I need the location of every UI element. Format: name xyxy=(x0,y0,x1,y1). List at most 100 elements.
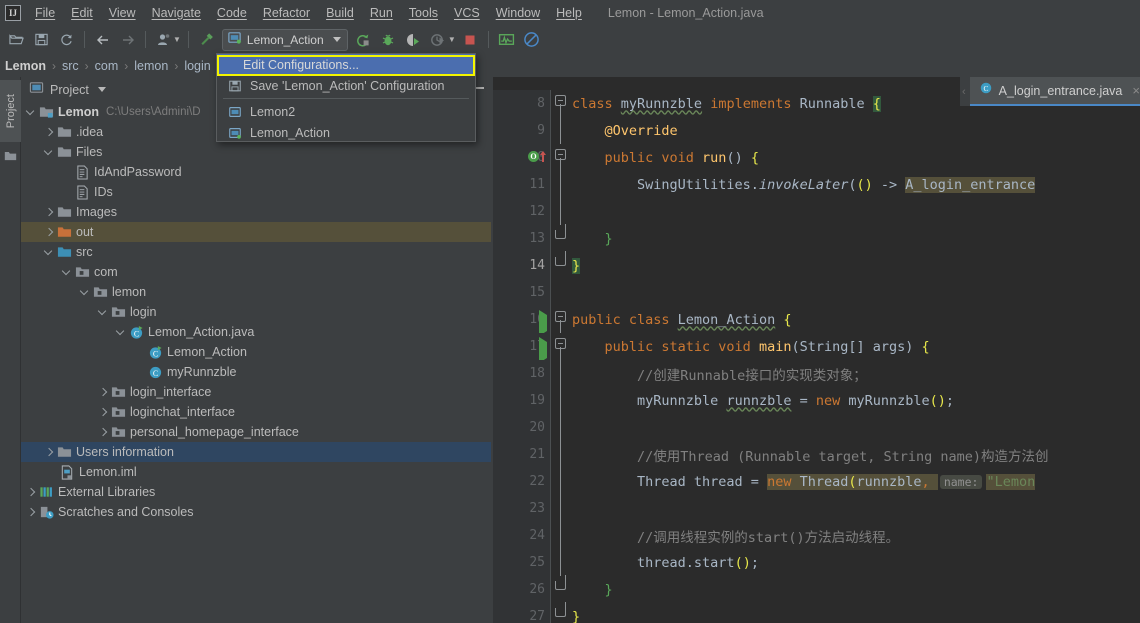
run-icon[interactable] xyxy=(352,28,375,51)
tree-item-ids[interactable]: IDs xyxy=(21,182,491,202)
tree-item-myrunnzble-class[interactable]: C myRunnzble xyxy=(21,362,491,382)
fold-column-20[interactable] xyxy=(550,414,572,441)
gutter-12[interactable]: 12 xyxy=(493,198,550,225)
chevron-down-icon[interactable] xyxy=(332,37,341,42)
chevron-down-icon[interactable] xyxy=(43,246,56,259)
chevron-down-icon[interactable] xyxy=(115,326,128,339)
menu-edit[interactable]: Edit xyxy=(63,4,101,22)
tree-item-lemon-action-java[interactable]: C Lemon_Action.java xyxy=(21,322,491,342)
chevron-down-icon[interactable] xyxy=(79,286,92,299)
gutter-13[interactable]: 13 xyxy=(493,225,550,252)
tree-item-lemon-pkg[interactable]: lemon xyxy=(21,282,491,302)
stop-icon[interactable] xyxy=(459,28,482,51)
gutter-26[interactable]: 26 xyxy=(493,576,550,603)
fold-column-18[interactable] xyxy=(550,360,572,387)
tree-item-loginchat-interface[interactable]: loginchat_interface xyxy=(21,402,491,422)
run-gutter-marker[interactable] xyxy=(539,337,547,363)
menu-view[interactable]: View xyxy=(101,4,144,22)
menu-refactor[interactable]: Refactor xyxy=(255,4,318,22)
chevron-down-icon[interactable] xyxy=(25,106,38,119)
menu-item-lemon-action[interactable]: Lemon_Action xyxy=(217,122,475,143)
fold-end-icon[interactable] xyxy=(555,575,566,590)
chevron-down-icon[interactable] xyxy=(97,306,110,319)
back-arrow-icon[interactable] xyxy=(91,28,114,51)
menu-window[interactable]: Window xyxy=(488,4,548,22)
tool-window-tab-project[interactable]: Project xyxy=(0,80,21,142)
tree-item-out[interactable]: out xyxy=(21,222,491,242)
chevron-right-icon[interactable] xyxy=(97,406,110,419)
gutter-27[interactable]: 27 xyxy=(493,603,550,623)
breadcrumb-item-1[interactable]: src xyxy=(62,59,79,73)
tree-item-lemon-iml[interactable]: Lemon.iml xyxy=(21,462,491,482)
gutter-22[interactable]: 22 xyxy=(493,468,550,495)
breadcrumb-item-3[interactable]: lemon xyxy=(134,59,168,73)
implemented-method-icon[interactable]: O xyxy=(528,151,539,162)
tree-item-scratches-and-consoles[interactable]: Scratches and Consoles xyxy=(21,502,491,522)
gutter-10[interactable]: 10 O xyxy=(493,144,550,171)
gutter-18[interactable]: 18 xyxy=(493,360,550,387)
tree-item-files[interactable]: Files xyxy=(21,142,491,162)
structure-folder-icon[interactable] xyxy=(4,149,17,167)
fold-column-26[interactable] xyxy=(550,575,572,603)
chevron-right-icon[interactable] xyxy=(43,226,56,239)
menu-help[interactable]: Help xyxy=(548,4,590,22)
tree-item-com[interactable]: com xyxy=(21,262,491,282)
run-gutter-marker[interactable] xyxy=(539,310,547,336)
profile-dropdown-arrow-icon[interactable]: ▼ xyxy=(173,35,181,44)
fold-column-24[interactable] xyxy=(550,522,572,549)
chevron-right-icon[interactable] xyxy=(25,486,38,499)
fold-end-icon[interactable] xyxy=(555,251,566,266)
fold-column-13[interactable] xyxy=(550,224,572,252)
menu-code[interactable]: Code xyxy=(209,4,255,22)
gutter-25[interactable]: 25 xyxy=(493,549,550,576)
menu-item-lemon2[interactable]: Lemon2 xyxy=(217,101,475,122)
gutter-16[interactable]: 16 xyxy=(493,306,550,336)
fold-column-17[interactable] xyxy=(550,333,572,360)
run-configuration-dropdown[interactable]: Edit Configurations... Save 'Lemon_Actio… xyxy=(216,53,476,142)
tree-item-lemon-action-class[interactable]: C Lemon_Action xyxy=(21,342,491,362)
override-marker[interactable]: O xyxy=(528,151,547,162)
gutter-24[interactable]: 24 xyxy=(493,522,550,549)
tree-item-images[interactable]: Images xyxy=(21,202,491,222)
gutter-20[interactable]: 20 xyxy=(493,414,550,441)
chevron-right-icon[interactable] xyxy=(43,126,56,139)
fold-column-21[interactable] xyxy=(550,441,572,468)
fold-column-14[interactable] xyxy=(550,251,572,279)
menu-navigate[interactable]: Navigate xyxy=(144,4,209,22)
menu-tools[interactable]: Tools xyxy=(401,4,446,22)
fold-end-icon[interactable] xyxy=(555,224,566,239)
no-entry-icon[interactable] xyxy=(520,28,543,51)
fold-column-25[interactable] xyxy=(550,549,572,576)
profiler-dropdown-arrow-icon[interactable]: ▼ xyxy=(448,35,456,44)
gutter-9[interactable]: 9 xyxy=(493,117,550,144)
fold-column-22[interactable] xyxy=(550,468,572,495)
project-panel-chevron-down-icon[interactable] xyxy=(97,87,106,92)
fold-column-16[interactable] xyxy=(550,306,572,333)
chevron-down-icon[interactable] xyxy=(43,146,56,159)
chevron-right-icon[interactable] xyxy=(43,206,56,219)
fold-column-12[interactable] xyxy=(550,198,572,225)
tree-item-external-libraries[interactable]: External Libraries xyxy=(21,482,491,502)
close-icon[interactable]: × xyxy=(1132,83,1140,98)
tree-item-login-pkg[interactable]: login xyxy=(21,302,491,322)
chevron-right-icon[interactable] xyxy=(97,386,110,399)
tree-item-src[interactable]: src xyxy=(21,242,491,262)
editor-tab-a-login-entrance[interactable]: C A_login_entrance.java × xyxy=(969,77,1140,106)
fold-column-27[interactable] xyxy=(550,602,572,623)
menu-file[interactable]: File xyxy=(27,4,63,22)
profiler-icon[interactable] xyxy=(427,28,450,51)
fold-column-9[interactable] xyxy=(550,117,572,144)
debug-icon[interactable] xyxy=(377,28,400,51)
fold-column-11[interactable] xyxy=(550,171,572,198)
fold-end-icon[interactable] xyxy=(555,602,566,617)
menu-build[interactable]: Build xyxy=(318,4,362,22)
fold-column-23[interactable] xyxy=(550,495,572,522)
gutter-21[interactable]: 21 xyxy=(493,441,550,468)
breadcrumb-item-0[interactable]: Lemon xyxy=(5,59,46,73)
menu-run[interactable]: Run xyxy=(362,4,401,22)
sync-refresh-icon[interactable] xyxy=(55,28,78,51)
profile-user-icon[interactable] xyxy=(152,28,175,51)
chevron-right-icon[interactable] xyxy=(97,426,110,439)
run-with-coverage-icon[interactable] xyxy=(402,28,425,51)
override-arrow-icon[interactable] xyxy=(540,151,547,162)
